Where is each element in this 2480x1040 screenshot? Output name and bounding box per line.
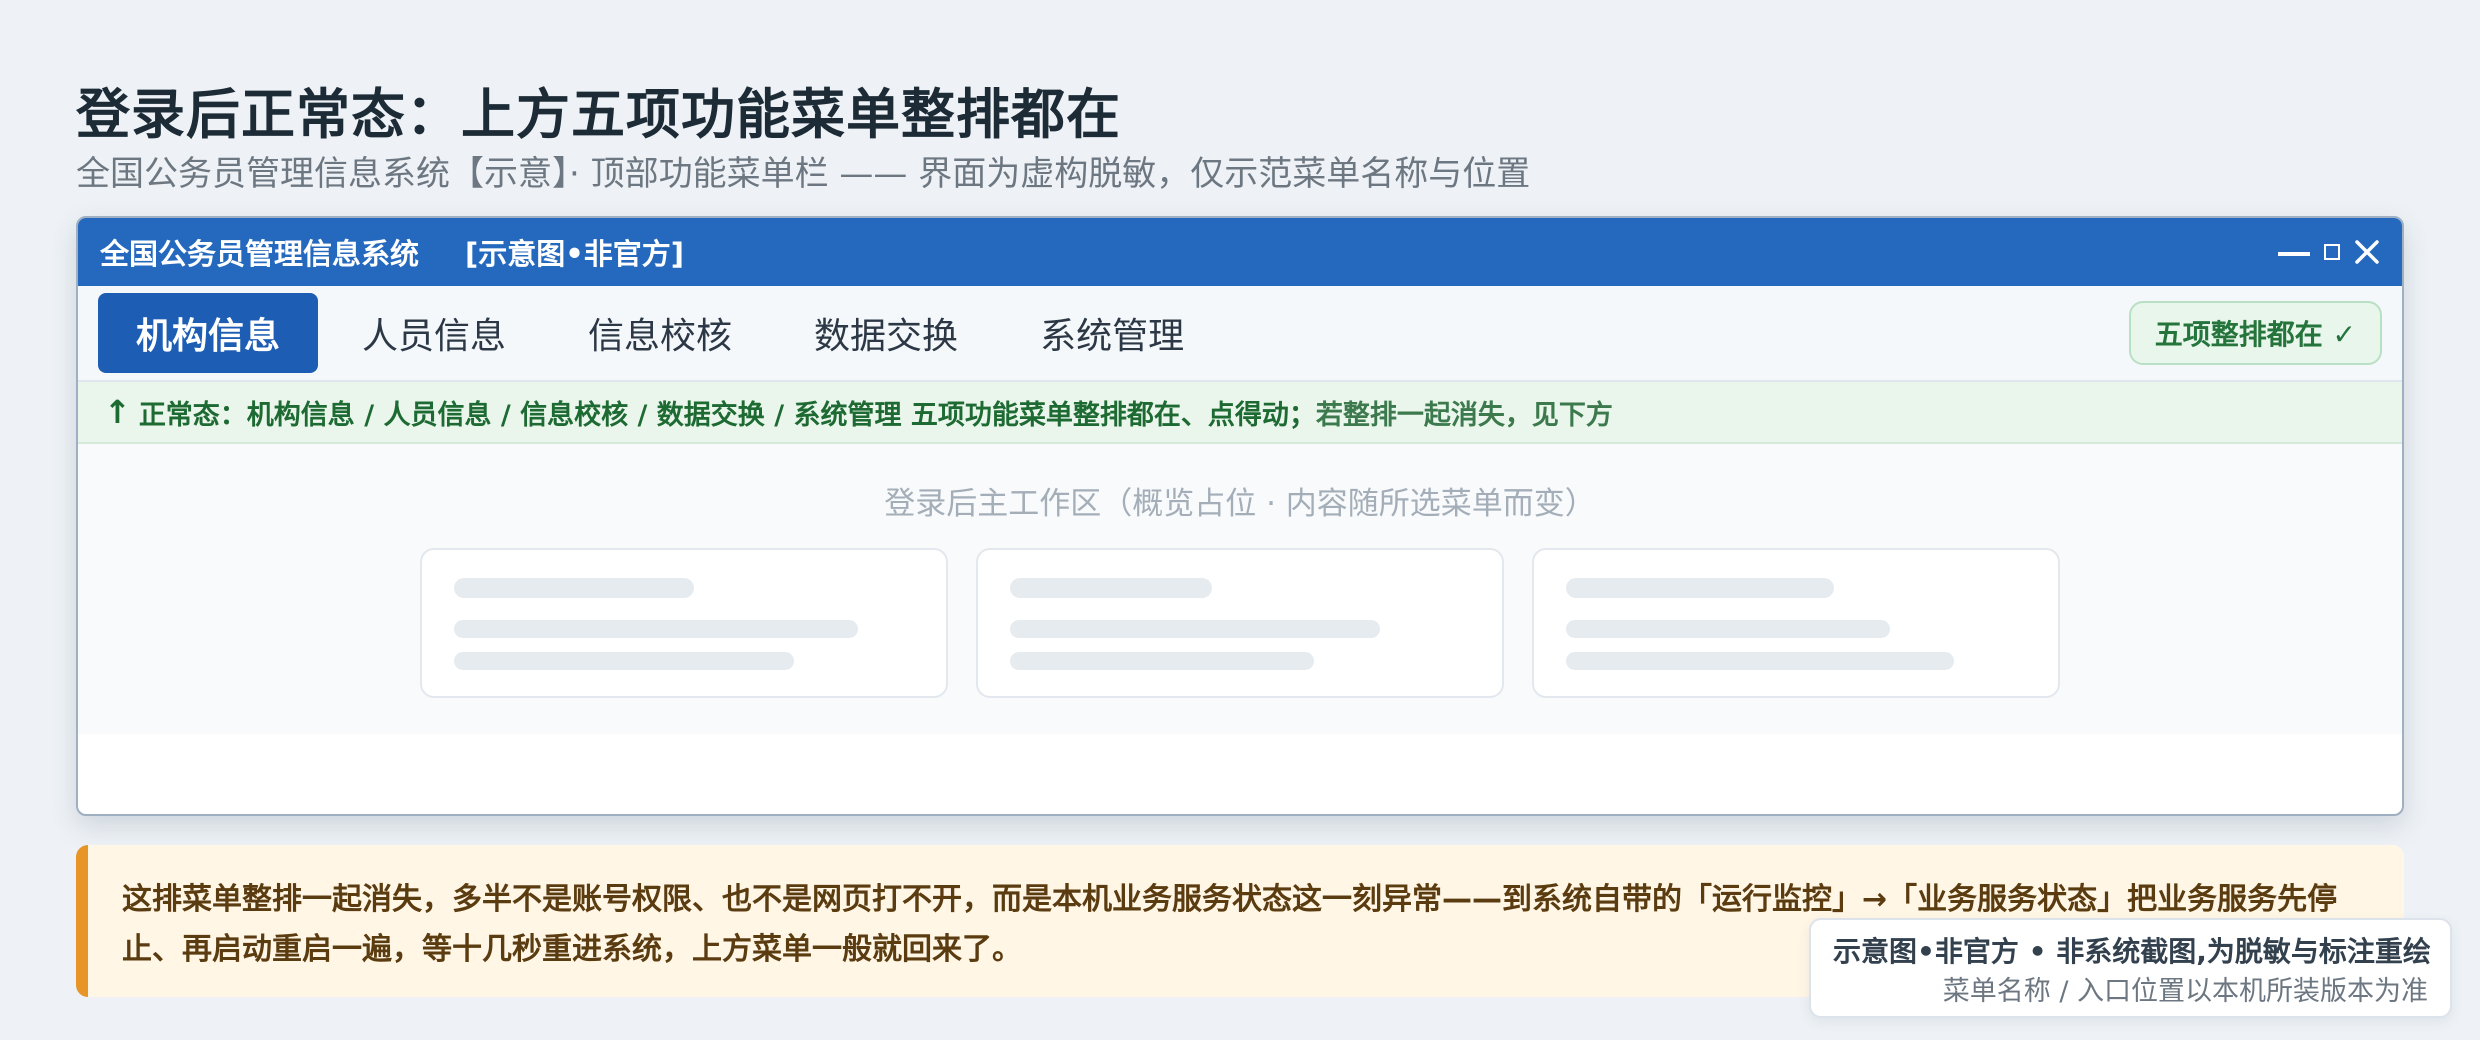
notice-tail-text: 若整排一起消失，见下方	[1315, 399, 1613, 431]
skeleton-line	[1010, 620, 1380, 638]
skeleton-line	[454, 620, 858, 638]
main-workspace: 登录后主工作区（概览占位 · 内容随所选菜单而变）	[78, 444, 2402, 734]
notice-bar: ↑ 正常态：机构信息 / 人员信息 / 信息校核 / 数据交换 / 系统管理 五…	[78, 382, 2402, 444]
page: 登录后正常态：上方五项功能菜单整排都在 全国公务员管理信息系统【示意】· 顶部功…	[0, 0, 2480, 1040]
status-badge: 五项整排都在 ✓	[2128, 301, 2382, 365]
window-controls	[2278, 239, 2380, 265]
disclaimer-line-1: 示意图•非官方 • 非系统截图,为脱敏与标注重绘	[1833, 935, 2431, 968]
placeholder-card	[420, 548, 948, 698]
close-icon	[2355, 240, 2379, 264]
menu-item-data-exchange[interactable]: 数据交换	[776, 293, 996, 373]
up-arrow-icon: ↑	[104, 393, 131, 431]
skeleton-line	[1566, 652, 1954, 670]
placeholder-card	[1532, 548, 2060, 698]
workspace-placeholder: 登录后主工作区（概览占位 · 内容随所选菜单而变）	[884, 486, 1596, 522]
skeleton-line	[1566, 620, 1890, 638]
page-title: 登录后正常态：上方五项功能菜单整排都在	[76, 83, 1121, 146]
disclaimer-box: 示意图•非官方 • 非系统截图,为脱敏与标注重绘 菜单名称 / 入口位置以本机所…	[1809, 918, 2452, 1018]
menu-item-org-info[interactable]: 机构信息	[98, 293, 319, 373]
maximize-icon	[2324, 244, 2340, 260]
maximize-button[interactable]	[2324, 244, 2340, 260]
app-window: 全国公务员管理信息系统 [示意图•非官方] 机构信息 人员信息 信息校核 数据交…	[76, 216, 2404, 816]
skeleton-line	[1010, 652, 1314, 670]
menu-item-info-check[interactable]: 信息校核	[550, 293, 770, 373]
skeleton-line	[454, 652, 794, 670]
close-button[interactable]	[2354, 239, 2380, 265]
minimize-icon	[2278, 252, 2310, 256]
menu-item-system-admin[interactable]: 系统管理	[1002, 293, 1222, 373]
skeleton-line	[454, 578, 694, 598]
skeleton-line	[1566, 578, 1834, 598]
disclaimer-line-2: 菜单名称 / 入口位置以本机所装版本为准	[1942, 976, 2428, 1007]
minimize-button[interactable]	[2278, 248, 2310, 256]
app-tag: [示意图•非官方]	[465, 237, 685, 271]
notice-main-text: 正常态：机构信息 / 人员信息 / 信息校核 / 数据交换 / 系统管理 五项功…	[138, 399, 1316, 431]
placeholder-card	[976, 548, 1504, 698]
menu-item-staff-info[interactable]: 人员信息	[324, 293, 544, 373]
app-name: 全国公务员管理信息系统	[100, 237, 420, 271]
page-subtitle: 全国公务员管理信息系统【示意】· 顶部功能菜单栏 —— 界面为虚构脱敏，仅示范菜…	[76, 154, 1531, 194]
skeleton-line	[1010, 578, 1212, 598]
function-menubar: 机构信息 人员信息 信息校核 数据交换 系统管理 五项整排都在 ✓	[78, 286, 2402, 382]
window-titlebar: 全国公务员管理信息系统 [示意图•非官方]	[78, 218, 2402, 286]
